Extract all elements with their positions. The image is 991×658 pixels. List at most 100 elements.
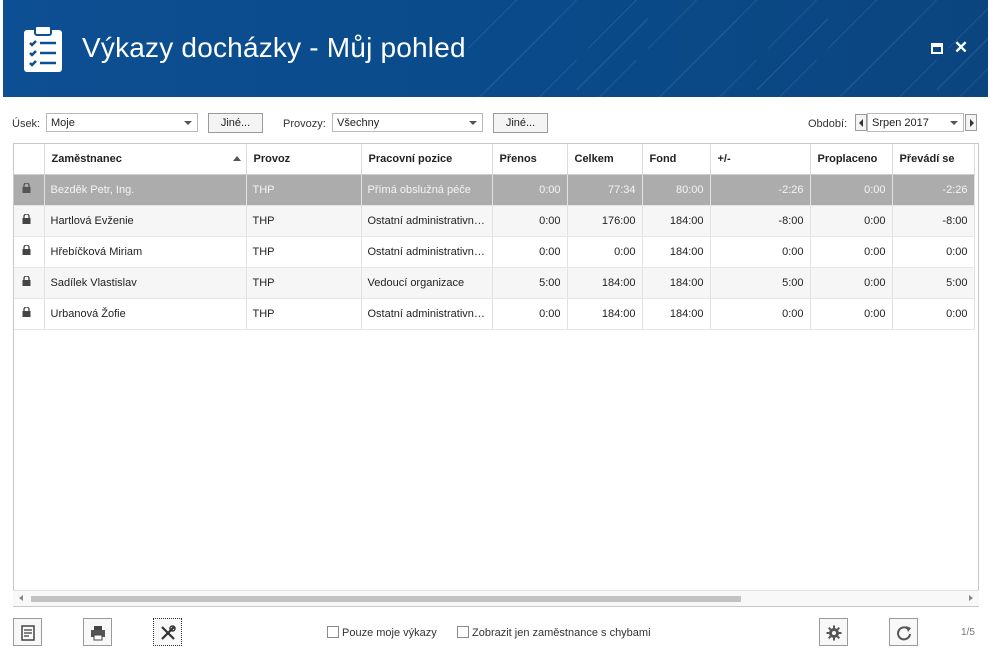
- next-period-button[interactable]: [965, 114, 977, 131]
- cell-fond: 184:00: [642, 236, 711, 268]
- column-label: Celkem: [574, 152, 614, 165]
- refresh-button[interactable]: [889, 618, 918, 646]
- lock-cell: [14, 298, 45, 330]
- lock-icon: [22, 275, 31, 286]
- cell-diff: 0:00: [710, 236, 811, 268]
- cell-employee: Sadílek Vlastislav: [44, 267, 247, 299]
- cell-employee: Hartlová Evženie: [44, 205, 247, 237]
- lock-cell: [14, 205, 45, 237]
- cell-provoz: THP: [246, 205, 362, 237]
- gear-icon: [826, 625, 842, 641]
- table-row[interactable]: Hartlová Evženie THP Ostatní administrativ…: [14, 205, 975, 237]
- cell-celkem: 184:00: [567, 267, 643, 299]
- scroll-left-icon[interactable]: [19, 595, 23, 601]
- table-row[interactable]: Hřebíčková Miriam THP Ostatní administrati…: [14, 236, 975, 268]
- cell-celkem: 0:00: [567, 236, 643, 268]
- page-indicator: 1/5: [961, 627, 975, 638]
- close-icon[interactable]: ✕: [953, 39, 969, 56]
- cell-prevadi: -2:26: [892, 174, 975, 206]
- sort-ascending-icon: [232, 156, 241, 161]
- cell-celkem: 184:00: [567, 298, 643, 330]
- provozy-other-button[interactable]: Jiné...: [493, 113, 548, 133]
- page-title: Výkazy docházky - Můj pohled: [82, 32, 466, 63]
- title-bar: Výkazy docházky - Můj pohled ✕: [3, 0, 988, 97]
- chevron-down-icon: [469, 121, 477, 125]
- table-row[interactable]: Sadílek Vlastislav THP Vedoucí organizace 5…: [14, 267, 975, 299]
- report-button[interactable]: [13, 618, 42, 646]
- scrollbar-thumb[interactable]: [31, 596, 741, 602]
- cell-provoz: THP: [246, 236, 362, 268]
- lock-cell: [14, 236, 45, 268]
- cell-proplaceno: 0:00: [810, 267, 893, 299]
- cell-prenos: 0:00: [492, 174, 568, 206]
- cell-employee: Hřebíčková Miriam: [44, 236, 247, 268]
- chevron-down-icon: [184, 121, 192, 125]
- own-reports-checkbox[interactable]: [327, 626, 339, 638]
- usek-value: Moje: [51, 117, 75, 129]
- previous-period-button[interactable]: [855, 114, 867, 131]
- cell-prenos: 5:00: [492, 267, 568, 299]
- column-label: Proplaceno: [817, 152, 878, 165]
- cell-diff: -2:26: [710, 174, 811, 206]
- obdobi-label: Období:: [808, 118, 848, 130]
- tools-icon: [161, 625, 176, 640]
- errors-only-label[interactable]: Zobrazit jen zaměstnance s chybami: [472, 627, 651, 639]
- provozy-label: Provozy:: [283, 118, 326, 130]
- column-label: Přenos: [499, 152, 537, 165]
- report-icon: [21, 625, 35, 641]
- lock-cell: [14, 267, 45, 299]
- cell-provoz: THP: [246, 174, 362, 206]
- horizontal-scrollbar[interactable]: [13, 590, 979, 606]
- lock-column-header: [14, 144, 45, 175]
- settings-button[interactable]: [819, 618, 848, 646]
- column-header-fond[interactable]: Fond: [642, 144, 711, 175]
- cell-prevadi: 5:00: [892, 267, 975, 299]
- tools-button[interactable]: [153, 618, 182, 646]
- cell-prenos: 0:00: [492, 205, 568, 237]
- column-label: Fond: [649, 152, 677, 165]
- column-header-provoz[interactable]: Provoz: [246, 144, 362, 175]
- table-header-row: Zaměstnanec Provoz Pracovní pozice Přeno…: [14, 144, 975, 175]
- column-header-celkem[interactable]: Celkem: [567, 144, 643, 175]
- obdobi-select[interactable]: Srpen 2017: [867, 113, 964, 132]
- usek-other-button[interactable]: Jiné...: [208, 113, 263, 133]
- cell-position: Ostatní administrativní pracovníci: [361, 236, 493, 268]
- cell-diff: 0:00: [710, 298, 811, 330]
- cell-proplaceno: 0:00: [810, 174, 893, 206]
- column-header-prenos[interactable]: Přenos: [492, 144, 568, 175]
- lock-icon: [22, 213, 31, 224]
- lock-icon: [22, 244, 31, 255]
- chevron-down-icon: [950, 121, 958, 125]
- cell-prenos: 0:00: [492, 298, 568, 330]
- column-label: +/-: [717, 152, 731, 165]
- cell-fond: 184:00: [642, 205, 711, 237]
- cell-prevadi: 0:00: [892, 236, 975, 268]
- print-icon: [91, 626, 105, 641]
- column-header-prevadi[interactable]: Převádí se: [892, 144, 975, 175]
- column-header-employee[interactable]: Zaměstnanec: [44, 144, 247, 175]
- table-row[interactable]: Bezděk Petr, Ing. THP Přímá obslužná péče 0…: [14, 174, 975, 206]
- cell-fond: 184:00: [642, 298, 711, 330]
- attendance-table: Zaměstnanec Provoz Pracovní pozice Přeno…: [14, 144, 975, 330]
- usek-select[interactable]: Moje: [46, 113, 198, 132]
- chevron-left-icon: [859, 119, 863, 127]
- column-header-position[interactable]: Pracovní pozice: [361, 144, 493, 175]
- lock-icon: [22, 306, 31, 317]
- cell-provoz: THP: [246, 298, 362, 330]
- cell-position: Přímá obslužná péče: [361, 174, 493, 206]
- cell-employee: Bezděk Petr, Ing.: [44, 174, 247, 206]
- print-button[interactable]: [83, 618, 112, 646]
- column-header-proplaceno[interactable]: Proplaceno: [810, 144, 893, 175]
- cell-proplaceno: 0:00: [810, 205, 893, 237]
- provozy-select[interactable]: Všechny: [332, 113, 483, 132]
- column-header-diff[interactable]: +/-: [710, 144, 811, 175]
- errors-only-checkbox[interactable]: [457, 626, 469, 638]
- clipboard-checklist-icon: [24, 25, 62, 72]
- cell-prenos: 0:00: [492, 236, 568, 268]
- own-reports-label[interactable]: Pouze moje výkazy: [342, 627, 437, 639]
- cell-diff: -8:00: [710, 205, 811, 237]
- table-row[interactable]: Urbanová Žofie THP Ostatní administrativní…: [14, 298, 975, 330]
- scroll-right-icon[interactable]: [969, 595, 973, 601]
- cell-diff: 5:00: [710, 267, 811, 299]
- maximize-icon[interactable]: [929, 40, 945, 56]
